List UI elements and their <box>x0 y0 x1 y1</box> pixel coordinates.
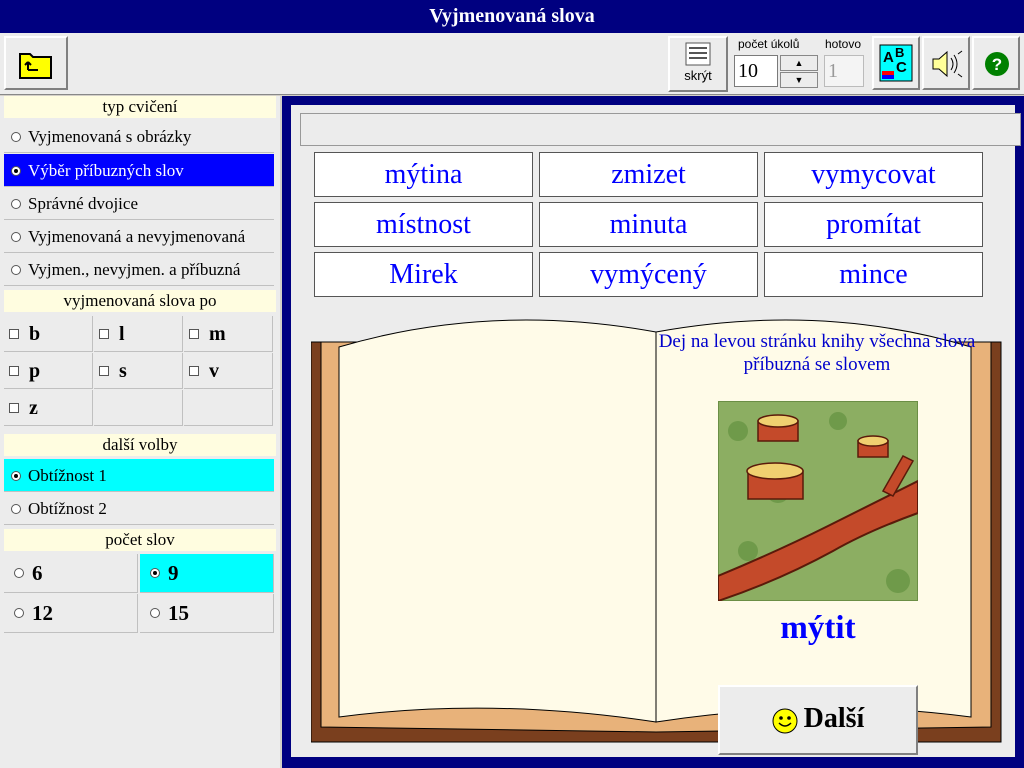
svg-text:B: B <box>895 45 904 60</box>
smiley-icon <box>772 708 798 734</box>
difficulty-option-1[interactable]: Obtížnost 1 <box>4 459 274 492</box>
radio-icon <box>11 504 21 514</box>
spelling-abc-icon: A B C <box>879 44 913 82</box>
clearing-picture <box>718 401 918 601</box>
help-icon: ? <box>985 52 1009 76</box>
exercise-type-option-2[interactable]: Výběr příbuzných slov <box>4 154 274 187</box>
done-label: hotovo <box>825 37 862 51</box>
radio-icon <box>150 568 160 578</box>
difficulty-option-2[interactable]: Obtížnost 2 <box>4 492 274 525</box>
exercise-type-option-5[interactable]: Vyjmen., nevyjmen. a příbuzná <box>4 253 274 286</box>
word-tile[interactable]: vymýcený <box>539 252 758 297</box>
settings-panel: typ cvičení Vyjmenovaná s obrázky Výběr … <box>0 96 280 768</box>
letter-checkbox-m[interactable]: m <box>184 316 273 352</box>
radio-icon <box>11 232 21 242</box>
letter-checkbox-s[interactable]: s <box>94 353 183 389</box>
radio-icon <box>11 199 21 209</box>
task-count-label: počet úkolů <box>738 37 800 51</box>
radio-icon <box>150 608 160 618</box>
letter-checkbox-p[interactable]: p <box>4 353 93 389</box>
spin-down-button[interactable]: ▼ <box>780 72 818 88</box>
svg-text:C: C <box>896 59 907 76</box>
hide-label: skrýt <box>684 68 712 83</box>
word-tile[interactable]: mýtina <box>314 152 533 197</box>
next-label: Další <box>803 703 865 734</box>
next-button[interactable]: Další <box>718 685 918 755</box>
help-button[interactable]: ? <box>972 36 1020 90</box>
word-count-header: počet slov <box>4 529 276 551</box>
toolbar: skrýt počet úkolů 10 ▲ ▼ hotovo 1 A B C … <box>0 33 1024 95</box>
done-field: 1 <box>824 55 864 87</box>
list-icon <box>685 42 711 66</box>
empty-cell <box>94 390 183 426</box>
checkbox-icon <box>99 366 109 376</box>
checkbox-icon <box>189 366 199 376</box>
letter-checkbox-z[interactable]: z <box>4 390 93 426</box>
left-page <box>338 319 657 723</box>
word-count-option-6[interactable]: 6 <box>4 554 138 593</box>
letters-header: vyjmenovaná slova po <box>4 290 276 312</box>
word-tile[interactable]: minuta <box>539 202 758 247</box>
word-tile[interactable]: mince <box>764 252 983 297</box>
message-bar <box>300 113 1021 146</box>
word-count-option-15[interactable]: 15 <box>140 594 274 633</box>
exercise-type-header: typ cvičení <box>4 96 276 118</box>
radio-icon <box>11 471 21 481</box>
folder-back-icon <box>19 53 52 79</box>
word-tile[interactable]: zmizet <box>539 152 758 197</box>
exercise-area: mýtina zmizet vymycovat místnost minuta … <box>291 105 1021 757</box>
svg-text:A: A <box>883 49 894 66</box>
letter-checkbox-v[interactable]: v <box>184 353 273 389</box>
empty-cell <box>184 390 273 426</box>
word-tile[interactable]: Mirek <box>314 252 533 297</box>
checkbox-icon <box>189 329 199 339</box>
radio-icon <box>14 568 24 578</box>
exercise-type-option-1[interactable]: Vyjmenovaná s obrázky <box>4 120 274 153</box>
letter-checkbox-b[interactable]: b <box>4 316 93 352</box>
checkbox-icon <box>9 329 19 339</box>
spin-up-button[interactable]: ▲ <box>780 55 818 71</box>
hide-button[interactable]: skrýt <box>668 36 728 92</box>
word-count-option-9[interactable]: 9 <box>140 554 274 593</box>
task-count-input[interactable]: 10 <box>734 55 778 87</box>
back-folder-button[interactable] <box>4 36 68 90</box>
word-tile[interactable]: místnost <box>314 202 533 247</box>
letter-checkbox-l[interactable]: l <box>94 316 183 352</box>
checkbox-icon <box>9 366 19 376</box>
svg-text:?: ? <box>992 55 1002 74</box>
target-word: mýtit <box>780 610 856 646</box>
word-tile[interactable]: vymycovat <box>764 152 983 197</box>
sound-button[interactable] <box>922 36 970 90</box>
instruction-text: Dej na levou stránku knihy všechna slova… <box>658 331 976 375</box>
speaker-icon <box>932 50 963 78</box>
spelling-button[interactable]: A B C <box>872 36 920 90</box>
radio-icon <box>11 132 21 142</box>
exercise-type-option-3[interactable]: Správné dvojice <box>4 187 274 220</box>
checkbox-icon <box>99 329 109 339</box>
checkbox-icon <box>9 403 19 413</box>
exercise-type-option-4[interactable]: Vyjmenovaná a nevyjmenovaná <box>4 220 274 253</box>
word-tile[interactable]: promítat <box>764 202 983 247</box>
exercise-frame: mýtina zmizet vymycovat místnost minuta … <box>282 96 1024 768</box>
radio-icon <box>11 265 21 275</box>
options-header: další volby <box>4 434 276 456</box>
word-count-option-12[interactable]: 12 <box>4 594 138 633</box>
radio-icon <box>14 608 24 618</box>
window-title: Vyjmenovaná slova <box>0 0 1024 33</box>
radio-icon <box>11 166 21 176</box>
